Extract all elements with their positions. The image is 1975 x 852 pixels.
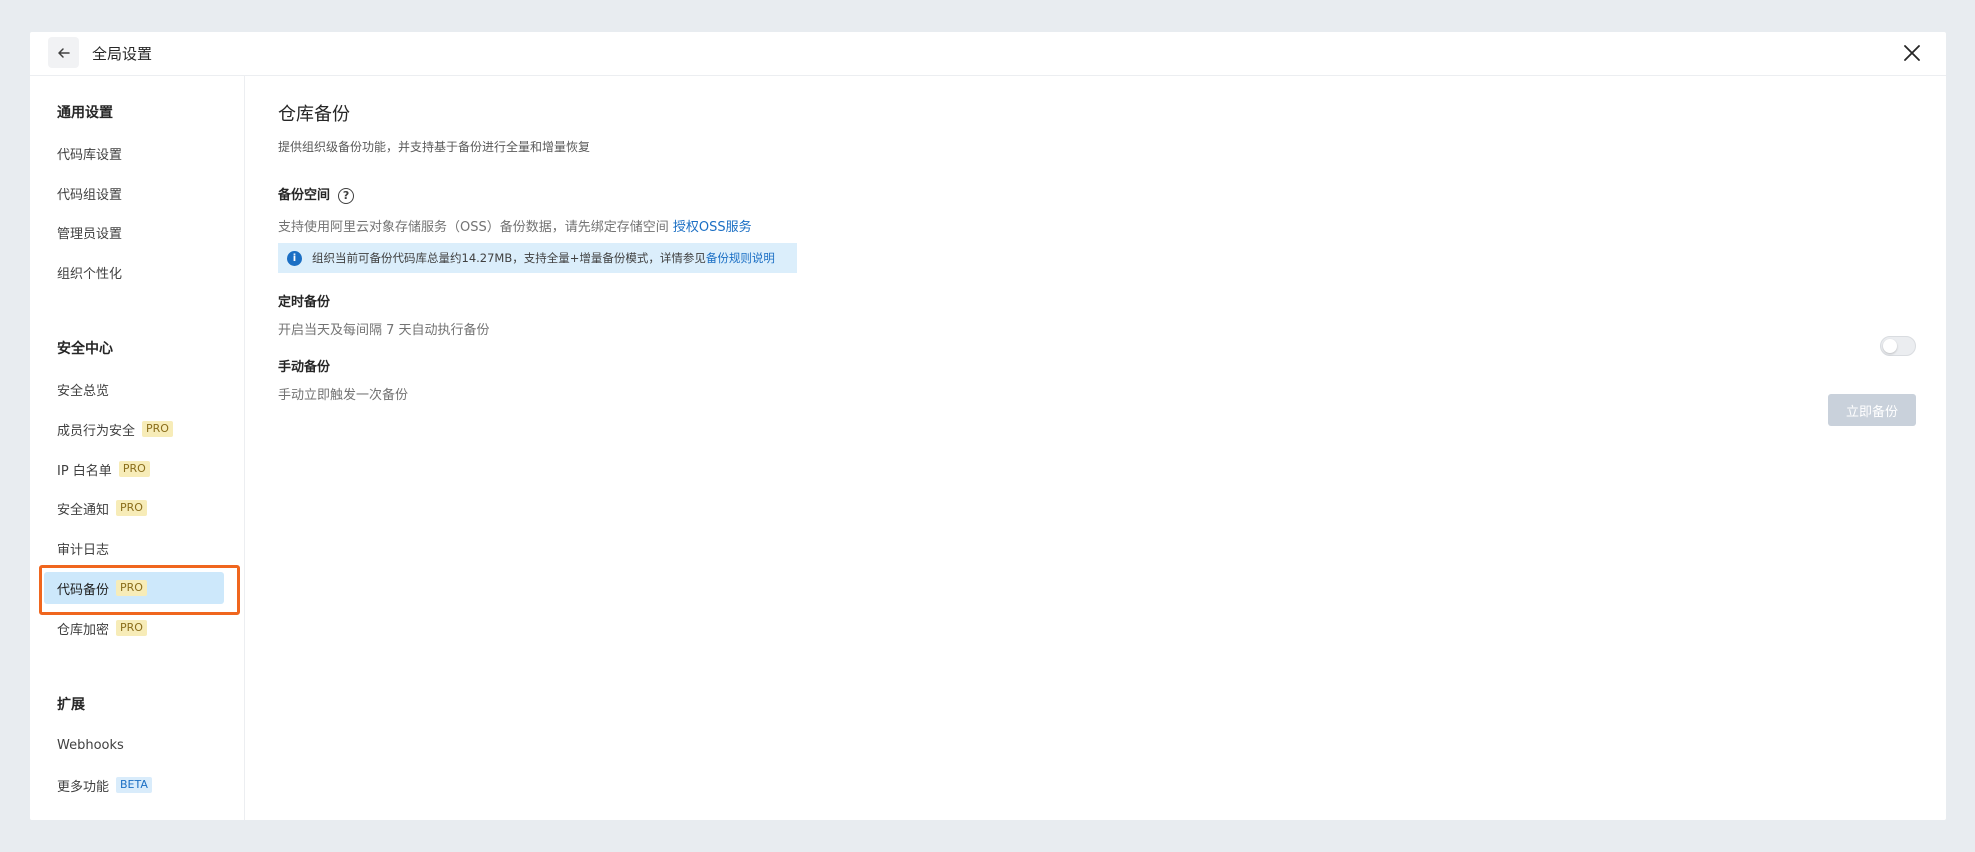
sidebar-item-label: 代码备份 xyxy=(57,582,110,598)
toggle-knob xyxy=(1883,339,1897,353)
sidebar-item-security-overview[interactable]: 安全总览 xyxy=(44,373,224,405)
sidebar-item-label: 仓库加密 xyxy=(57,622,110,638)
sidebar-item-ip-whitelist[interactable]: IP 白名单 PRO xyxy=(44,453,224,485)
back-button[interactable] xyxy=(48,37,79,68)
sidebar-item-security-notification[interactable]: 安全通知 PRO xyxy=(44,492,224,524)
sidebar: 通用设置 代码库设置 代码组设置 管理员设置 组织个性化 安全中心 安全总览 成… xyxy=(30,76,245,820)
sidebar-item-label: 成员行为安全 xyxy=(57,423,136,439)
section-title-security: 安全中心 xyxy=(57,341,113,357)
arrow-left-icon xyxy=(57,47,70,58)
manual-backup-title: 手动备份 xyxy=(278,360,331,375)
info-banner: i 组织当前可备份代码库总量约14.27MB，支持全量+增量备份模式，详情参见备… xyxy=(278,243,797,273)
page-description: 提供组织级备份功能，并支持基于备份进行全量和增量恢复 xyxy=(278,140,591,154)
sidebar-item-label: 安全通知 xyxy=(57,502,110,518)
backup-rules-link[interactable]: 备份规则说明 xyxy=(706,250,775,266)
sidebar-item-audit-log[interactable]: 审计日志 xyxy=(44,532,224,564)
section-title-general: 通用设置 xyxy=(57,105,113,121)
scheduled-backup-title: 定时备份 xyxy=(278,295,331,310)
sidebar-item-label: 安全总览 xyxy=(57,383,110,399)
sidebar-item-more-features[interactable]: 更多功能 BETA xyxy=(44,769,224,801)
page-title: 仓库备份 xyxy=(278,104,350,125)
scheduled-backup-description: 开启当天及每间隔 7 天自动执行备份 xyxy=(278,323,490,338)
sidebar-item-member-behavior[interactable]: 成员行为安全 PRO xyxy=(44,413,224,445)
pro-badge: PRO xyxy=(116,500,147,516)
manual-backup-description: 手动立即触发一次备份 xyxy=(278,388,409,403)
pro-badge: PRO xyxy=(116,580,147,596)
sidebar-item-code-backup[interactable]: 代码备份 PRO xyxy=(44,572,224,604)
pro-badge: PRO xyxy=(118,461,150,477)
beta-badge: BETA xyxy=(116,777,152,793)
sidebar-item-org-personalization[interactable]: 组织个性化 xyxy=(44,256,224,288)
sidebar-item-repo-settings[interactable]: 代码库设置 xyxy=(44,137,224,169)
sidebar-item-label: IP 白名单 xyxy=(57,463,112,479)
backup-space-title: 备份空间? xyxy=(278,184,355,204)
close-icon xyxy=(1904,45,1920,61)
info-text: 组织当前可备份代码库总量约14.27MB，支持全量+增量备份模式，详情参见 xyxy=(312,251,706,265)
sidebar-item-label: 代码库设置 xyxy=(57,147,123,163)
sidebar-item-label: Webhooks xyxy=(57,737,124,753)
sidebar-item-label: 代码组设置 xyxy=(57,187,123,203)
close-button[interactable] xyxy=(1900,41,1924,65)
settings-panel: 全局设置 通用设置 代码库设置 代码组设置 管理员设置 组织个性化 安全中心 安… xyxy=(30,32,1946,820)
backup-space-label: 备份空间 xyxy=(278,188,331,203)
sidebar-item-admin-settings[interactable]: 管理员设置 xyxy=(44,216,224,248)
pro-badge: PRO xyxy=(116,620,147,636)
sidebar-item-repo-encryption[interactable]: 仓库加密 PRO xyxy=(44,612,224,644)
sidebar-item-label: 更多功能 xyxy=(57,779,110,795)
sidebar-item-label: 审计日志 xyxy=(57,542,110,558)
page-header-title: 全局设置 xyxy=(92,45,153,63)
header: 全局设置 xyxy=(30,32,1946,76)
sidebar-item-group-settings[interactable]: 代码组设置 xyxy=(44,177,224,209)
sidebar-item-label: 管理员设置 xyxy=(57,226,123,242)
authorize-oss-link[interactable]: 授权OSS服务 xyxy=(673,220,752,235)
section-title-extensions: 扩展 xyxy=(57,697,85,713)
backup-space-desc-text: 支持使用阿里云对象存储服务（OSS）备份数据，请先绑定存储空间 xyxy=(278,220,669,235)
pro-badge: PRO xyxy=(142,421,173,437)
main-content: 仓库备份 提供组织级备份功能，并支持基于备份进行全量和增量恢复 备份空间? 支持… xyxy=(246,76,1946,820)
info-icon: i xyxy=(287,250,302,266)
sidebar-item-label: 组织个性化 xyxy=(57,266,123,282)
backup-space-description: 支持使用阿里云对象存储服务（OSS）备份数据，请先绑定存储空间 授权OSS服务 xyxy=(278,216,752,235)
help-icon[interactable]: ? xyxy=(338,187,355,204)
sidebar-item-webhooks[interactable]: Webhooks xyxy=(44,729,224,761)
scheduled-backup-toggle[interactable] xyxy=(1880,336,1916,356)
backup-now-button[interactable]: 立即备份 xyxy=(1828,394,1916,426)
